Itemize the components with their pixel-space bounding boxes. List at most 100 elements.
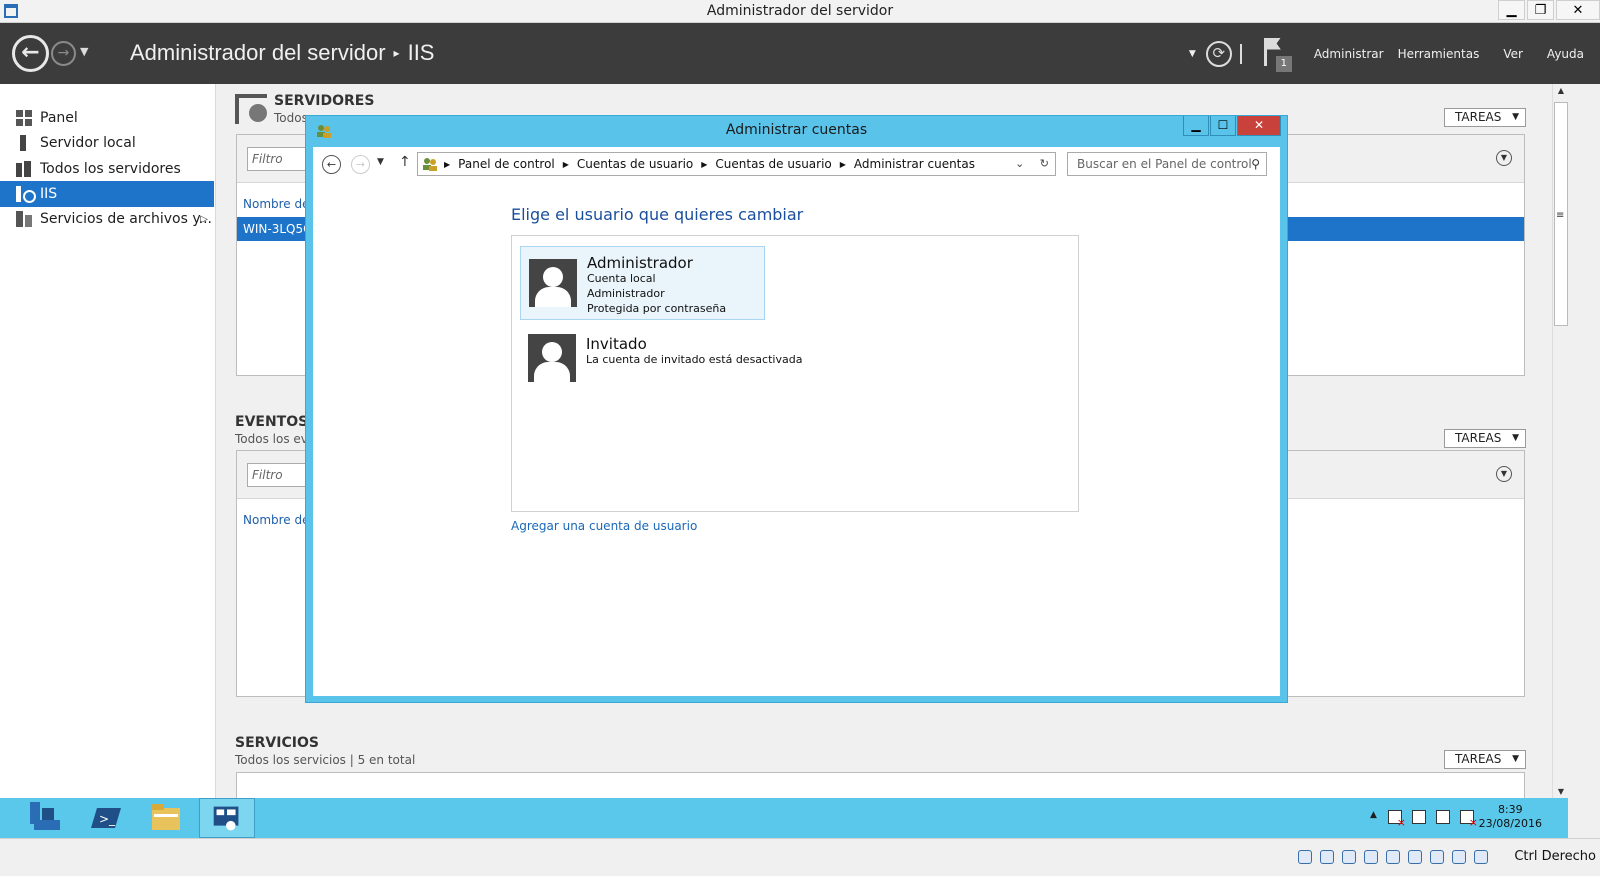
sidebar-item-servicios-de-archivos[interactable]: Servicios de archivos y... ▷ (0, 206, 214, 232)
app-header: ← → ▼ Administrador del servidor ▸ IIS ▼ ⟳… (0, 23, 1600, 84)
vertical-scrollbar[interactable]: ▲ ≡ ▼ (1552, 84, 1568, 798)
tareas-dropdown-eventos[interactable]: TAREAS (1444, 429, 1526, 448)
breadcrumb-item[interactable]: Cuentas de usuario (715, 157, 831, 171)
breadcrumb: Administrador del servidor ▸ IIS (130, 40, 434, 66)
breadcrumb-separator-icon: ▸ (393, 46, 400, 60)
notifications-flag-icon[interactable]: 1 (1260, 36, 1292, 72)
user-avatar-icon (528, 334, 576, 382)
hard-disk-icon[interactable] (1298, 850, 1312, 864)
breadcrumb-root[interactable]: Administrador del servidor (130, 40, 386, 65)
search-icon[interactable]: ⚲ (1251, 153, 1260, 175)
network-adapter-icon[interactable] (1364, 850, 1378, 864)
section-subtitle-servicios: Todos los servicios | 5 en total (235, 753, 416, 767)
action-center-icon[interactable] (1412, 810, 1426, 824)
breadcrumb-separator-icon[interactable]: ▶ (444, 160, 450, 169)
network-icon[interactable] (1436, 810, 1450, 824)
volume-muted-icon[interactable] (1460, 810, 1478, 829)
column-header-nombre[interactable]: Nombre de (243, 197, 310, 211)
menu-herramientas[interactable]: Herramientas (1398, 47, 1480, 61)
back-arrow-icon[interactable]: ← (322, 155, 341, 174)
clock[interactable]: 8:39 23/08/2016 (1479, 803, 1542, 831)
refresh-icon[interactable]: ⟳ (1205, 40, 1232, 67)
back-arrow-icon[interactable]: ← (12, 35, 49, 72)
audio-icon[interactable] (1342, 850, 1356, 864)
maximize-button[interactable]: ☐ (1210, 116, 1236, 136)
show-hidden-icons-icon[interactable]: ▲ (1370, 810, 1377, 820)
refresh-icon[interactable]: ↻ (1040, 157, 1049, 170)
sidebar-item-servidor-local[interactable]: Servidor local (0, 130, 214, 156)
minimize-button[interactable]: ▁ (1498, 0, 1525, 20)
chevron-down-icon[interactable]: ▼ (1496, 466, 1512, 482)
section-title-servidores: SERVIDORES (274, 93, 375, 109)
sidebar-item-label: Servicios de archivos y... (40, 211, 212, 227)
system-tray: ▲ 8:39 23/08/2016 (1328, 798, 1568, 838)
menu-ayuda[interactable]: Ayuda (1547, 47, 1584, 61)
minimize-button[interactable]: ▁ (1183, 116, 1209, 136)
history-dropdown-icon[interactable]: ▼ (80, 45, 88, 58)
file-explorer-taskbar-button[interactable] (138, 798, 194, 838)
window-title: Administrador del servidor (706, 3, 894, 19)
host-key-label: Ctrl Derecho (1514, 849, 1596, 864)
sidebar-item-label: Todos los servidores (40, 161, 181, 177)
search-input[interactable]: Buscar en el Panel de control ⚲ (1067, 152, 1267, 176)
server-manager-taskbar-button[interactable] (16, 798, 72, 838)
server-icon (16, 135, 32, 151)
address-bar[interactable]: ▶ Panel de control ▶ Cuentas de usuario … (417, 152, 1056, 176)
optical-drive-icon[interactable] (1320, 850, 1334, 864)
column-header-nombre[interactable]: Nombre del (243, 513, 313, 527)
menu-ver[interactable]: Ver (1503, 47, 1523, 61)
chevron-right-icon[interactable]: ▷ (200, 214, 208, 225)
control-panel-icon (423, 158, 437, 171)
manage-accounts-dialog: Administrar cuentas ▁ ☐ ✕ ← → ▼ ↑ ▶ Pane… (305, 115, 1288, 703)
forward-arrow-icon[interactable]: → (351, 155, 370, 174)
breadcrumb-separator-icon[interactable]: ▶ (701, 160, 707, 169)
address-tools: ⌄ ↻ (1015, 157, 1049, 170)
breadcrumb-current: IIS (407, 40, 435, 65)
scroll-up-icon[interactable]: ▲ (1553, 86, 1569, 95)
up-arrow-icon[interactable]: ↑ (399, 154, 411, 170)
user-tile-invitado[interactable]: Invitado La cuenta de invitado está desa… (520, 326, 802, 400)
header-menu: ▼ ⟳ 1 Administrar Herramientas Ver Ayuda (1189, 23, 1584, 84)
usb-icon[interactable] (1430, 850, 1444, 864)
user-detail: Protegida por contraseña (587, 302, 727, 315)
user-tile-administrador[interactable]: Administrador Cuenta local Administrador… (520, 246, 765, 320)
control-panel-taskbar-button[interactable] (199, 798, 255, 838)
window-controls: ▁ ❐ ✕ (1496, 0, 1600, 20)
close-button[interactable]: ✕ (1556, 0, 1600, 20)
sidebar-item-todos-los-servidores[interactable]: Todos los servidores (0, 156, 214, 182)
display-icon[interactable] (1408, 850, 1422, 864)
refresh-dropdown-icon[interactable]: ▼ (1189, 49, 1196, 59)
chevron-down-icon[interactable]: ▼ (1496, 150, 1512, 166)
restore-button[interactable]: ❐ (1527, 0, 1554, 20)
capture-icon[interactable] (1452, 850, 1466, 864)
page-heading: Elige el usuario que quieres cambiar (511, 205, 804, 224)
mouse-integration-icon[interactable] (1474, 850, 1488, 864)
user-name: Administrador (587, 254, 693, 272)
close-button[interactable]: ✕ (1237, 116, 1281, 136)
breadcrumb-item[interactable]: Panel de control (458, 157, 555, 171)
dialog-content: ← → ▼ ↑ ▶ Panel de control ▶ Cuentas de … (313, 147, 1280, 696)
breadcrumb-item[interactable]: Administrar cuentas (854, 157, 975, 171)
shared-folders-icon[interactable] (1386, 850, 1400, 864)
tareas-dropdown-servidores[interactable]: TAREAS (1444, 108, 1526, 127)
scroll-down-icon[interactable]: ▼ (1553, 787, 1569, 796)
breadcrumb-separator-icon[interactable]: ▶ (840, 160, 846, 169)
add-user-account-link[interactable]: Agregar una cuenta de usuario (511, 519, 697, 533)
section-title-servicios: SERVICIOS (235, 735, 319, 751)
sidebar-item-iis[interactable]: IIS (0, 181, 214, 207)
tareas-dropdown-servicios[interactable]: TAREAS (1444, 750, 1526, 769)
server-manager-icon (30, 802, 60, 830)
user-name: Invitado (586, 335, 647, 353)
sidebar-item-label: Panel (40, 110, 78, 126)
breadcrumb-separator-icon[interactable]: ▶ (563, 160, 569, 169)
address-dropdown-icon[interactable]: ⌄ (1015, 157, 1024, 170)
sidebar: Panel Servidor local Todos los servidore… (0, 84, 216, 814)
recent-locations-icon[interactable]: ▼ (377, 157, 384, 167)
forward-arrow-icon[interactable]: → (51, 41, 76, 66)
clock-date: 23/08/2016 (1478, 817, 1542, 830)
breadcrumb-item[interactable]: Cuentas de usuario (577, 157, 693, 171)
sidebar-item-panel[interactable]: Panel (0, 105, 214, 131)
network-error-icon[interactable] (1388, 810, 1406, 829)
powershell-taskbar-button[interactable]: >_ (77, 798, 133, 838)
menu-administrar[interactable]: Administrar (1314, 47, 1384, 61)
